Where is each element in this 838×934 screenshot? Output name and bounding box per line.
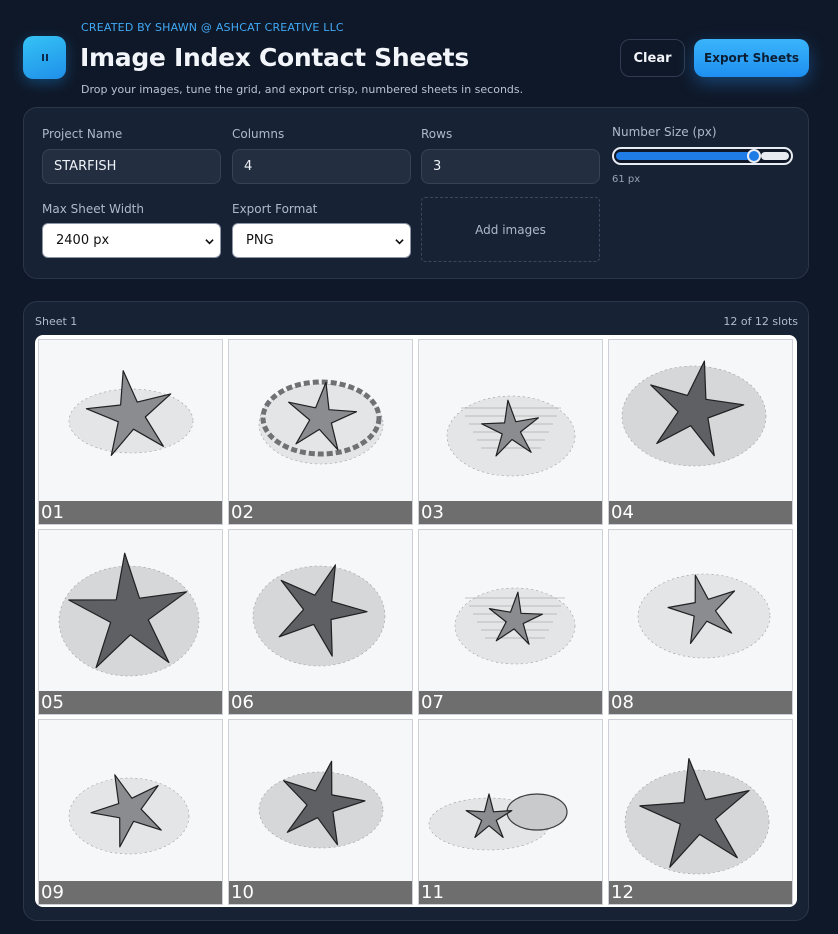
cell-number: 05	[39, 691, 222, 714]
starfish-illustration	[68, 774, 190, 855]
cell-number: 12	[609, 881, 792, 904]
number-size-label: Number Size (px)	[612, 125, 717, 139]
cell-number: 03	[419, 501, 602, 524]
contact-sheet-cell[interactable]: 08	[608, 529, 793, 715]
starfish-illustration	[258, 379, 384, 465]
contact-sheet-cell[interactable]: 02	[228, 339, 413, 525]
rows-input[interactable]: 3	[421, 149, 600, 184]
contact-sheet-cell[interactable]: 10	[228, 719, 413, 905]
starfish-illustration	[58, 552, 200, 677]
export-format-value: PNG	[246, 233, 274, 248]
cell-number: 01	[39, 501, 222, 524]
starfish-illustration	[621, 360, 767, 467]
export-format-select[interactable]: PNG	[232, 223, 411, 258]
max-width-select[interactable]: 2400 px	[42, 223, 221, 258]
app-logo	[23, 36, 66, 79]
cell-number: 06	[229, 691, 412, 714]
chevron-down-icon	[395, 239, 404, 245]
contact-sheet-cell[interactable]: 03	[418, 339, 603, 525]
slider-fill	[616, 152, 756, 160]
contact-sheet-cell[interactable]: 07	[418, 529, 603, 715]
export-sheets-button[interactable]: Export Sheets	[694, 39, 809, 77]
rows-label: Rows	[421, 127, 453, 141]
starfish-illustration	[258, 760, 384, 849]
clear-button[interactable]: Clear	[620, 39, 685, 77]
slider-thumb[interactable]	[747, 149, 761, 163]
chevron-down-icon	[205, 239, 214, 245]
contact-sheet: 01 02 03 04 05 06 07 08 09 10 11 12	[35, 335, 797, 907]
starfish-illustration	[446, 395, 576, 477]
cell-number: 08	[609, 691, 792, 714]
page-subtitle: Drop your images, tune the grid, and exp…	[81, 83, 524, 96]
slider-track	[761, 152, 789, 160]
contact-sheet-cell[interactable]: 12	[608, 719, 793, 905]
sheet-slot-count: 12 of 12 slots	[723, 315, 798, 328]
starfish-illustration	[624, 758, 770, 875]
cell-number: 11	[419, 881, 602, 904]
max-width-label: Max Sheet Width	[42, 202, 144, 216]
app-header: CREATED BY SHAWN @ ASHCAT CREATIVE LLC I…	[0, 0, 838, 104]
contact-sheet-cell[interactable]: 04	[608, 339, 793, 525]
starfish-illustration	[428, 793, 568, 851]
starfish-illustration	[252, 564, 386, 667]
contact-sheet-cell[interactable]: 09	[38, 719, 223, 905]
contact-sheet-cell[interactable]: 05	[38, 529, 223, 715]
add-images-dropzone[interactable]: Add images	[421, 197, 600, 262]
starfish-illustration	[68, 370, 194, 456]
cell-number: 09	[39, 881, 222, 904]
project-name-label: Project Name	[42, 127, 123, 141]
columns-label: Columns	[232, 127, 285, 141]
columns-input[interactable]: 4	[232, 149, 411, 184]
contact-sheet-cell[interactable]: 01	[38, 339, 223, 525]
credit-line: CREATED BY SHAWN @ ASHCAT CREATIVE LLC	[81, 21, 344, 34]
project-name-input[interactable]: STARFISH	[42, 149, 221, 184]
starfish-illustration	[637, 573, 771, 659]
starfish-illustration	[454, 587, 576, 665]
contact-sheet-cell[interactable]: 06	[228, 529, 413, 715]
pause-bars-icon	[41, 54, 48, 61]
number-size-slider[interactable]	[612, 147, 793, 165]
page-title: Image Index Contact Sheets	[80, 43, 469, 72]
cell-number: 10	[229, 881, 412, 904]
export-format-label: Export Format	[232, 202, 318, 216]
contact-sheet-cell[interactable]: 11	[418, 719, 603, 905]
cell-number: 07	[419, 691, 602, 714]
cell-number: 04	[609, 501, 792, 524]
max-width-value: 2400 px	[56, 233, 110, 248]
cell-number: 02	[229, 501, 412, 524]
number-size-value: 61 px	[612, 174, 641, 185]
sheet-label: Sheet 1	[35, 315, 78, 328]
